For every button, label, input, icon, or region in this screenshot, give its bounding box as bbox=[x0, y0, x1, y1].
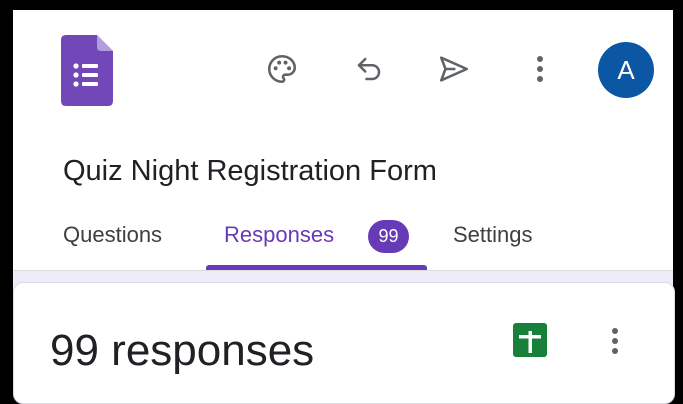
tab-responses[interactable]: Responses bbox=[224, 222, 334, 248]
tab-questions[interactable]: Questions bbox=[63, 222, 162, 248]
responses-summary: 99 responses bbox=[50, 326, 315, 375]
more-vert-icon[interactable] bbox=[600, 320, 630, 362]
google-sheets-icon[interactable] bbox=[513, 323, 547, 357]
avatar[interactable]: A bbox=[598, 42, 654, 98]
responses-count-badge: 99 bbox=[368, 220, 409, 253]
google-forms-icon[interactable] bbox=[61, 35, 113, 106]
form-title: Quiz Night Registration Form bbox=[63, 155, 437, 187]
tab-settings[interactable]: Settings bbox=[453, 222, 533, 248]
undo-icon[interactable] bbox=[348, 48, 390, 90]
palette-icon[interactable] bbox=[261, 48, 303, 90]
more-vert-icon[interactable] bbox=[519, 48, 561, 90]
send-icon[interactable] bbox=[433, 48, 475, 90]
